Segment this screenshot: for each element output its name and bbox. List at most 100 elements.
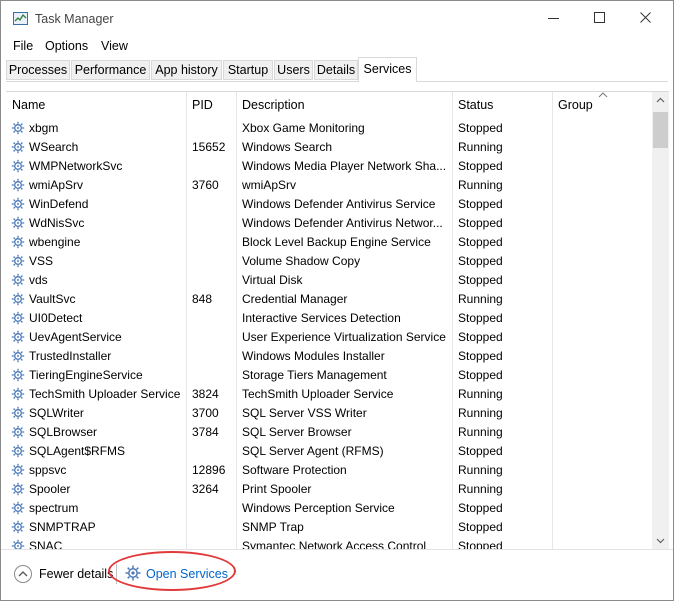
vertical-scrollbar[interactable]	[652, 92, 669, 549]
service-status-cell: Stopped	[458, 235, 503, 249]
service-status-cell: Stopped	[458, 330, 503, 344]
table-row[interactable]: wmiApSrv 3760 wmiApSrv Running	[6, 176, 652, 195]
table-row[interactable]: UevAgentService User Experience Virtualiz…	[6, 328, 652, 347]
services-gear-icon[interactable]	[124, 564, 142, 582]
table-row[interactable]: SQLBrowser 3784 SQL Server Browser Running	[6, 423, 652, 442]
table-row[interactable]: vds Virtual Disk Stopped	[6, 271, 652, 290]
title-bar[interactable]: Task Manager	[1, 1, 673, 35]
fewer-details-label[interactable]: Fewer details	[39, 567, 113, 581]
service-gear-icon	[11, 501, 25, 515]
tab-performance[interactable]: Performance	[71, 60, 150, 80]
tab-processes[interactable]: Processes	[6, 60, 70, 80]
table-row[interactable]: xbgm Xbox Game Monitoring Stopped	[6, 119, 652, 138]
service-status-cell: Running	[458, 292, 503, 306]
table-row[interactable]: TechSmith Uploader Service 3824 TechSmith …	[6, 385, 652, 404]
service-description-cell: Windows Defender Antivirus Service	[242, 197, 436, 211]
table-row[interactable]: WinDefend Windows Defender Antivirus Serv…	[6, 195, 652, 214]
open-services-link[interactable]: Open Services	[146, 567, 228, 581]
service-name-cell: sppsvc	[29, 463, 67, 477]
service-gear-icon	[11, 482, 25, 496]
task-manager-icon	[13, 12, 28, 25]
service-status-cell: Stopped	[458, 539, 503, 549]
table-row[interactable]: VSS Volume Shadow Copy Stopped	[6, 252, 652, 271]
chevron-up-circle-icon	[14, 565, 32, 583]
service-name-cell: spectrum	[29, 501, 79, 515]
service-name-cell: Spooler	[29, 482, 71, 496]
service-name-cell: SNAC	[29, 539, 63, 549]
close-icon	[640, 12, 651, 23]
service-status-cell: Stopped	[458, 254, 503, 268]
service-status-cell: Stopped	[458, 349, 503, 363]
service-status-cell: Running	[458, 463, 503, 477]
service-pid-cell: 3264	[192, 482, 219, 496]
table-row[interactable]: VaultSvc 848 Credential Manager Running	[6, 290, 652, 309]
service-status-cell: Stopped	[458, 520, 503, 534]
sort-ascending-icon	[598, 92, 608, 98]
menu-options[interactable]: Options	[45, 39, 88, 53]
close-button[interactable]	[623, 1, 669, 35]
service-name-cell: xbgm	[29, 121, 59, 135]
minimize-icon	[548, 18, 559, 19]
service-status-cell: Stopped	[458, 368, 503, 382]
scroll-down-button[interactable]	[652, 532, 669, 549]
table-row[interactable]: spectrum Windows Perception Service Stoppe…	[6, 499, 652, 518]
tab-details[interactable]: Details	[314, 60, 358, 80]
tab-users[interactable]: Users	[274, 60, 313, 80]
service-gear-icon	[11, 216, 25, 230]
service-description-cell: SNMP Trap	[242, 520, 304, 534]
service-status-cell: Stopped	[458, 444, 503, 458]
tab-services[interactable]: Services	[358, 57, 417, 82]
table-row[interactable]: TieringEngineService Storage Tiers Manage…	[6, 366, 652, 385]
maximize-button[interactable]	[577, 1, 623, 35]
service-gear-icon	[11, 178, 25, 192]
table-row[interactable]: TrustedInstaller Windows Modules Installe…	[6, 347, 652, 366]
table-row[interactable]: SNMPTRAP SNMP Trap Stopped	[6, 518, 652, 537]
menu-file[interactable]: File	[13, 39, 33, 53]
service-name-cell: UI0Detect	[29, 311, 83, 325]
service-pid-cell: 3784	[192, 425, 219, 439]
column-status[interactable]: Status	[458, 98, 493, 112]
table-row[interactable]: wbengine Block Level Backup Engine Servic…	[6, 233, 652, 252]
service-status-cell: Stopped	[458, 311, 503, 325]
service-name-cell: vds	[29, 273, 48, 287]
scrollbar-thumb[interactable]	[653, 112, 668, 148]
table-row[interactable]: WdNisSvc Windows Defender Antivirus Netwo…	[6, 214, 652, 233]
table-row[interactable]: SQLAgent$RFMS SQL Server Agent (RFMS) Stop…	[6, 442, 652, 461]
service-name-cell: WMPNetworkSvc	[29, 159, 123, 173]
minimize-button[interactable]	[531, 1, 577, 35]
service-gear-icon	[11, 387, 25, 401]
service-gear-icon	[11, 406, 25, 420]
service-status-cell: Stopped	[458, 501, 503, 515]
window-title: Task Manager	[35, 12, 114, 26]
fewer-details-button[interactable]	[13, 564, 33, 584]
tab-startup[interactable]: Startup	[223, 60, 273, 80]
table-row[interactable]: SNAC Symantec Network Access Control Stopp…	[6, 537, 652, 549]
table-row[interactable]: WSearch 15652 Windows Search Running	[6, 138, 652, 157]
service-name-cell: SQLBrowser	[29, 425, 98, 439]
scroll-up-button[interactable]	[652, 92, 669, 109]
service-status-cell: Running	[458, 425, 503, 439]
service-status-cell: Stopped	[458, 159, 503, 173]
service-name-cell: VSS	[29, 254, 54, 268]
service-description-cell: SQL Server VSS Writer	[242, 406, 367, 420]
column-name[interactable]: Name	[12, 98, 45, 112]
table-row[interactable]: Spooler 3264 Print Spooler Running	[6, 480, 652, 499]
service-gear-icon	[11, 463, 25, 477]
menu-view[interactable]: View	[101, 39, 128, 53]
service-name-cell: UevAgentService	[29, 330, 122, 344]
service-pid-cell: 12896	[192, 463, 226, 477]
service-gear-icon	[11, 368, 25, 382]
column-pid[interactable]: PID	[192, 98, 213, 112]
service-gear-icon	[11, 539, 25, 549]
table-row[interactable]: SQLWriter 3700 SQL Server VSS Writer Runnin…	[6, 404, 652, 423]
service-name-cell: TieringEngineService	[29, 368, 143, 382]
table-row[interactable]: sppsvc 12896 Software Protection Running	[6, 461, 652, 480]
table-row[interactable]: WMPNetworkSvc Windows Media Player Networ…	[6, 157, 652, 176]
service-name-cell: wbengine	[29, 235, 81, 249]
service-name-cell: SNMPTRAP	[29, 520, 96, 534]
table-row[interactable]: UI0Detect Interactive Services Detection S…	[6, 309, 652, 328]
tab-app-history[interactable]: App history	[151, 60, 222, 80]
service-gear-icon	[11, 140, 25, 154]
column-group[interactable]: Group	[558, 98, 593, 112]
column-description[interactable]: Description	[242, 98, 305, 112]
